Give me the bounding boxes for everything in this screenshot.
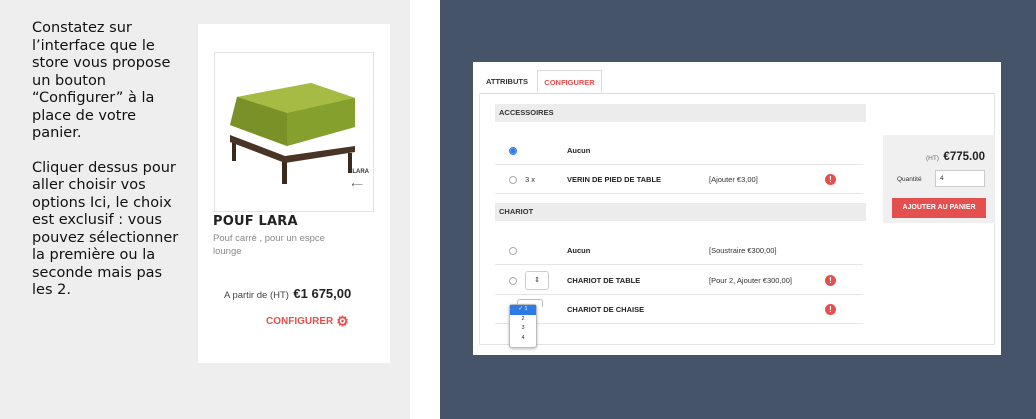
radio-chariot-de-table[interactable] — [509, 277, 517, 285]
option-price: [Pour 2, Ajouter €300,00] — [709, 276, 792, 285]
instructions-paragraph-1: Constatez sur l’interface que le store v… — [32, 20, 171, 141]
instructions-paragraph-2: Cliquer dessus pour aller choisir vos op… — [32, 159, 179, 299]
product-card: LARA ⟵ POUF LARA Pouf carré , pour un es… — [198, 24, 390, 363]
option-name: VERIN DE PIED DE TABLE — [567, 175, 662, 184]
product-name[interactable]: POUF LARA — [213, 214, 298, 229]
option-row: Aucun — [495, 137, 863, 165]
dropdown-option[interactable]: 2 — [510, 315, 536, 325]
cart-box: (HT) €775.00 Quantité 4 AJOUTER AU PANIE… — [883, 135, 995, 223]
option-name: CHARIOT DE CHAISE — [567, 305, 645, 314]
info-icon[interactable]: ! — [825, 304, 836, 315]
price-value: €1 675,00 — [293, 286, 352, 301]
instructions-panel: Constatez sur l’interface que le store v… — [0, 0, 410, 419]
tab-attributs[interactable]: ATTRIBUTS — [479, 70, 535, 93]
dropdown-option[interactable]: ✓ 1 — [510, 305, 536, 315]
configure-button[interactable]: CONFIGURER ⚙ — [266, 313, 349, 330]
option-name: CHARIOT DE TABLE — [567, 276, 641, 285]
tab-content: ACCESSOIRES Aucun 3 x VERIN DE PIED DE T… — [479, 93, 995, 345]
image-arrow-icon: ⟵ — [351, 180, 363, 189]
section-header-accessoires: ACCESSOIRES — [495, 104, 866, 122]
gear-icon: ⚙ — [336, 313, 349, 329]
image-brand-label: LARA — [352, 169, 369, 175]
radio-chariot-aucun[interactable] — [509, 247, 517, 255]
dropdown-option[interactable]: 3 — [510, 324, 536, 334]
radio-verin[interactable] — [509, 176, 517, 184]
quantity-label: Quantité — [897, 176, 922, 183]
option-name: Aucun — [567, 246, 591, 255]
product-price: A partir de (HT) €1 675,00 — [224, 285, 351, 303]
option-row: 3 x VERIN DE PIED DE TABLE [Ajouter €3,0… — [495, 166, 863, 194]
info-icon[interactable]: ! — [825, 275, 836, 286]
configurator-panel: ATTRIBUTS CONFIGURER ACCESSOIRES Aucun 3… — [440, 0, 1036, 419]
option-row: ⇕ CHARIOT DE TABLE [Pour 2, Ajouter €300… — [495, 267, 863, 295]
product-image[interactable]: LARA ⟵ — [214, 52, 374, 212]
option-price: [Ajouter €3,00] — [709, 175, 758, 184]
radio-accessoires-aucun[interactable] — [509, 147, 517, 155]
price-prefix: A partir de (HT) — [224, 290, 289, 301]
instructions-text: Constatez sur l’interface que le store v… — [32, 20, 182, 317]
option-quantity: 3 x — [525, 175, 536, 184]
add-to-cart-button[interactable]: AJOUTER AU PANIER — [892, 198, 986, 218]
option-price: [Soustraire €300,00] — [709, 246, 777, 255]
pouf-illustration — [230, 83, 355, 184]
configure-label: CONFIGURER — [266, 316, 334, 327]
quantity-input[interactable]: 4 — [935, 170, 985, 187]
cart-ht-label: (HT) — [925, 155, 939, 162]
option-name: Aucun — [567, 146, 591, 155]
quantity-stepper[interactable]: ⇕ — [525, 271, 549, 290]
dropdown-option[interactable]: 4 — [510, 334, 536, 344]
product-description: Pouf carré , pour un espce lounge — [213, 233, 325, 257]
cart-price: (HT) €775.00 — [926, 147, 985, 165]
configurator-window: ATTRIBUTS CONFIGURER ACCESSOIRES Aucun 3… — [473, 62, 1001, 355]
cart-amount: €775.00 — [943, 151, 985, 163]
quantity-dropdown[interactable]: ✓ 1 2 3 4 — [509, 304, 537, 348]
section-header-chariot: CHARIOT — [495, 203, 866, 221]
option-row: CHARIOT DE CHAISE ! — [495, 296, 863, 324]
info-icon[interactable]: ! — [825, 174, 836, 185]
option-row: Aucun [Soustraire €300,00] — [495, 237, 863, 265]
tab-configurer[interactable]: CONFIGURER — [537, 70, 602, 93]
